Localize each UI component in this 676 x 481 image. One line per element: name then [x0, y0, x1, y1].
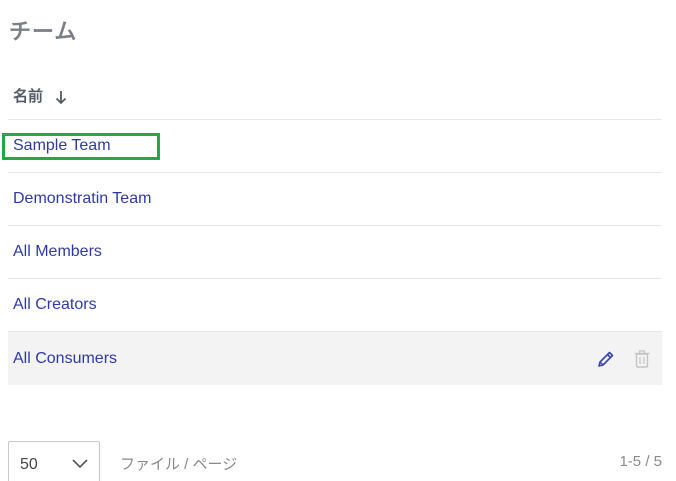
team-link-demonstratin-team[interactable]: Demonstratin Team	[13, 190, 151, 208]
team-link-all-members[interactable]: All Members	[13, 243, 102, 261]
pagination-bar: 50 ファイル / ページ 1-5 / 5	[8, 441, 662, 481]
page-size-select[interactable]: 50	[8, 441, 100, 481]
team-link-sample-team[interactable]: Sample Team	[13, 137, 111, 155]
pencil-icon[interactable]	[596, 349, 616, 369]
page-size-value: 50	[20, 456, 38, 473]
trash-icon[interactable]	[632, 349, 652, 369]
team-link-all-consumers[interactable]: All Consumers	[13, 350, 117, 368]
chevron-down-icon	[71, 456, 89, 469]
per-page-label: ファイル / ページ	[120, 456, 238, 473]
teams-table: 名前 Sample Team Demonstratin Team All Mem…	[8, 72, 662, 385]
teams-page: チーム 名前 Sample Team Demonstratin Team All…	[0, 0, 676, 481]
pagination-range: 1-5 / 5	[619, 453, 662, 470]
table-row: All Creators	[8, 279, 662, 332]
table-header: 名前	[8, 72, 662, 120]
team-link-all-creators[interactable]: All Creators	[13, 296, 97, 314]
column-header-name[interactable]: 名前	[13, 85, 43, 106]
table-row: All Members	[8, 226, 662, 279]
table-row: Demonstratin Team	[8, 173, 662, 226]
table-row: Sample Team	[8, 120, 662, 173]
table-row-hovered: All Consumers	[8, 332, 662, 385]
page-title: チーム	[9, 19, 78, 44]
arrow-down-icon[interactable]	[55, 89, 67, 105]
row-actions	[596, 332, 652, 385]
